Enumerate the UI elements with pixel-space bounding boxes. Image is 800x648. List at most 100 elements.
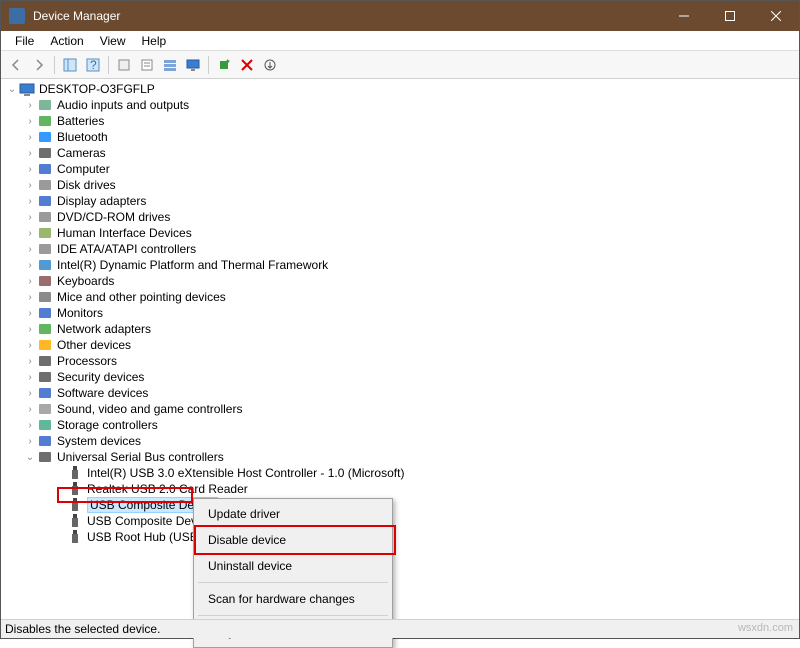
expand-arrow-icon[interactable]: › [23, 388, 37, 399]
category-label: Storage controllers [57, 418, 158, 432]
expand-arrow-icon[interactable]: ⌄ [23, 452, 37, 463]
expand-arrow-icon[interactable]: › [23, 164, 37, 175]
ctx-scan-hardware[interactable]: Scan for hardware changes [196, 586, 390, 612]
category-node[interactable]: › Bluetooth [5, 129, 799, 145]
expand-arrow-icon[interactable]: › [23, 356, 37, 367]
device-node[interactable]: USB Composite Device [5, 513, 799, 529]
expand-arrow-icon[interactable]: › [23, 420, 37, 431]
category-node[interactable]: ⌄ Universal Serial Bus controllers [5, 449, 799, 465]
category-label: Software devices [57, 386, 148, 400]
device-category-icon [37, 337, 53, 353]
category-node[interactable]: › Human Interface Devices [5, 225, 799, 241]
expand-arrow-icon[interactable]: › [23, 228, 37, 239]
expand-arrow-icon[interactable]: › [23, 132, 37, 143]
expand-arrow-icon[interactable]: ⌄ [5, 84, 19, 95]
category-node[interactable]: ›Mice and other pointing devices [5, 289, 799, 305]
enable-button[interactable] [213, 54, 235, 76]
category-node[interactable]: ›Intel(R) Dynamic Platform and Thermal F… [5, 257, 799, 273]
maximize-button[interactable] [707, 1, 753, 31]
category-label: Universal Serial Bus controllers [57, 450, 224, 464]
ctx-uninstall-device[interactable]: Uninstall device [196, 553, 390, 579]
category-node[interactable]: ›Processors [5, 353, 799, 369]
arrow-left-icon [9, 58, 23, 72]
expand-arrow-icon[interactable]: › [23, 308, 37, 319]
category-node[interactable]: ›Computer [5, 161, 799, 177]
category-node[interactable]: › Cameras [5, 145, 799, 161]
category-label: Cameras [57, 146, 106, 160]
menubar: File Action View Help [1, 31, 799, 51]
back-button[interactable] [5, 54, 27, 76]
category-node[interactable]: › System devices [5, 433, 799, 449]
expand-arrow-icon[interactable]: › [23, 292, 37, 303]
device-node[interactable]: Intel(R) USB 3.0 eXtensible Host Control… [5, 465, 799, 481]
category-node[interactable]: › IDE ATA/ATAPI controllers [5, 241, 799, 257]
expand-arrow-icon[interactable]: › [23, 260, 37, 271]
expand-arrow-icon[interactable]: › [23, 436, 37, 447]
category-node[interactable]: › Storage controllers [5, 417, 799, 433]
uninstall-button[interactable] [259, 54, 281, 76]
minimize-button[interactable] [661, 1, 707, 31]
category-node[interactable]: ›Security devices [5, 369, 799, 385]
category-node[interactable]: ›DVD/CD-ROM drives [5, 209, 799, 225]
disable-x-icon [240, 58, 254, 72]
monitor-button[interactable] [182, 54, 204, 76]
expand-arrow-icon[interactable]: › [23, 116, 37, 127]
update-driver-button[interactable] [113, 54, 135, 76]
category-node[interactable]: ›Display adapters [5, 193, 799, 209]
expand-arrow-icon[interactable]: › [23, 212, 37, 223]
window-title: Device Manager [33, 9, 661, 23]
expand-arrow-icon[interactable]: › [23, 100, 37, 111]
device-category-icon [37, 225, 53, 241]
ctx-update-driver[interactable]: Update driver [196, 501, 390, 527]
disable-button[interactable] [236, 54, 258, 76]
expand-arrow-icon[interactable]: › [23, 196, 37, 207]
category-node[interactable]: › Network adapters [5, 321, 799, 337]
device-node[interactable]: USB Root Hub (USB 3.0 [5, 529, 799, 545]
show-hidden-button[interactable] [159, 54, 181, 76]
uninstall-icon [263, 58, 277, 72]
category-label: Network adapters [57, 322, 151, 336]
highlight-selected-device [57, 487, 193, 503]
expand-arrow-icon[interactable]: › [23, 404, 37, 415]
category-label: Human Interface Devices [57, 226, 192, 240]
category-label: System devices [57, 434, 141, 448]
category-node[interactable]: ›Batteries [5, 113, 799, 129]
monitor-icon [186, 58, 200, 72]
status-text: Disables the selected device. [5, 622, 160, 636]
properties-button[interactable] [136, 54, 158, 76]
category-node[interactable]: ›Other devices [5, 337, 799, 353]
category-node[interactable]: ›Sound, video and game controllers [5, 401, 799, 417]
highlight-disable-option [194, 525, 396, 555]
expand-arrow-icon[interactable]: › [23, 180, 37, 191]
expand-arrow-icon[interactable]: › [23, 372, 37, 383]
device-tree[interactable]: ⌄ DESKTOP-O3FGFLP ›Audio inputs and outp… [1, 79, 799, 621]
category-node[interactable]: ›Monitors [5, 305, 799, 321]
device-category-icon [37, 433, 53, 449]
expand-arrow-icon[interactable]: › [23, 324, 37, 335]
category-node[interactable]: ›Disk drives [5, 177, 799, 193]
expand-arrow-icon[interactable]: › [23, 340, 37, 351]
category-label: IDE ATA/ATAPI controllers [57, 242, 196, 256]
device-category-icon [37, 129, 53, 145]
category-node[interactable]: ›Keyboards [5, 273, 799, 289]
device-category-icon [37, 417, 53, 433]
usb-device-icon [67, 513, 83, 529]
expand-arrow-icon[interactable]: › [23, 148, 37, 159]
show-hide-console-button[interactable] [59, 54, 81, 76]
category-node[interactable]: › Software devices [5, 385, 799, 401]
help-button[interactable]: ? [82, 54, 104, 76]
close-button[interactable] [753, 1, 799, 31]
expand-arrow-icon[interactable]: › [23, 244, 37, 255]
expand-arrow-icon[interactable]: › [23, 276, 37, 287]
menu-file[interactable]: File [7, 32, 42, 50]
category-node[interactable]: ›Audio inputs and outputs [5, 97, 799, 113]
forward-button[interactable] [28, 54, 50, 76]
menu-action[interactable]: Action [42, 32, 91, 50]
category-label: Bluetooth [57, 130, 108, 144]
minimize-icon [679, 11, 689, 21]
root-node[interactable]: ⌄ DESKTOP-O3FGFLP [5, 81, 799, 97]
menu-view[interactable]: View [92, 32, 134, 50]
device-category-icon [37, 177, 53, 193]
device-category-icon [37, 113, 53, 129]
menu-help[interactable]: Help [134, 32, 175, 50]
